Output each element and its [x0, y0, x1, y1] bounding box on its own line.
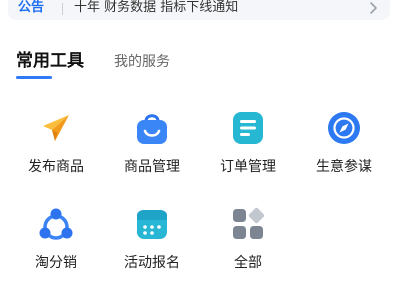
tool-event-registration[interactable]: 活动报名 — [104, 200, 200, 280]
compass-icon — [326, 110, 362, 146]
tool-label: 生意参谋 — [316, 159, 372, 175]
all-apps-icon — [230, 206, 266, 242]
tab-my-services[interactable]: 我的服务 — [114, 51, 170, 73]
tool-label: 订单管理 — [220, 159, 276, 175]
notice-tag: 公告 — [18, 0, 45, 15]
paper-plane-icon — [38, 110, 74, 146]
tool-label: 活动报名 — [124, 255, 180, 271]
tool-order-management[interactable]: 订单管理 — [200, 104, 296, 184]
tool-label: 淘分销 — [35, 255, 77, 271]
tool-all[interactable]: 全部 — [200, 200, 296, 280]
tools-panel: 公告 十年 财务数据 指标下线通知 常用工具 我的服务 发布商品 商品管理 订单… — [0, 0, 400, 300]
tool-taobao-distribution[interactable]: 淘分销 — [8, 200, 104, 280]
tool-label: 发布商品 — [28, 159, 84, 175]
tool-product-management[interactable]: 商品管理 — [104, 104, 200, 184]
tool-label: 商品管理 — [124, 159, 180, 175]
notice-bar[interactable]: 公告 十年 财务数据 指标下线通知 — [8, 0, 390, 20]
tool-publish-product[interactable]: 发布商品 — [8, 104, 104, 184]
notice-text: 十年 财务数据 指标下线通知 — [74, 0, 239, 15]
tab-common-tools[interactable]: 常用工具 — [16, 50, 84, 72]
notice-divider — [62, 3, 63, 15]
distribution-network-icon — [38, 206, 74, 242]
order-list-icon — [230, 110, 266, 146]
shopping-bag-icon — [134, 110, 170, 146]
calendar-icon — [134, 206, 170, 242]
chevron-right-icon[interactable] — [366, 0, 380, 14]
tool-business-advisor[interactable]: 生意参谋 — [296, 104, 392, 184]
active-tab-indicator — [16, 76, 52, 79]
tool-label: 全部 — [234, 255, 262, 271]
